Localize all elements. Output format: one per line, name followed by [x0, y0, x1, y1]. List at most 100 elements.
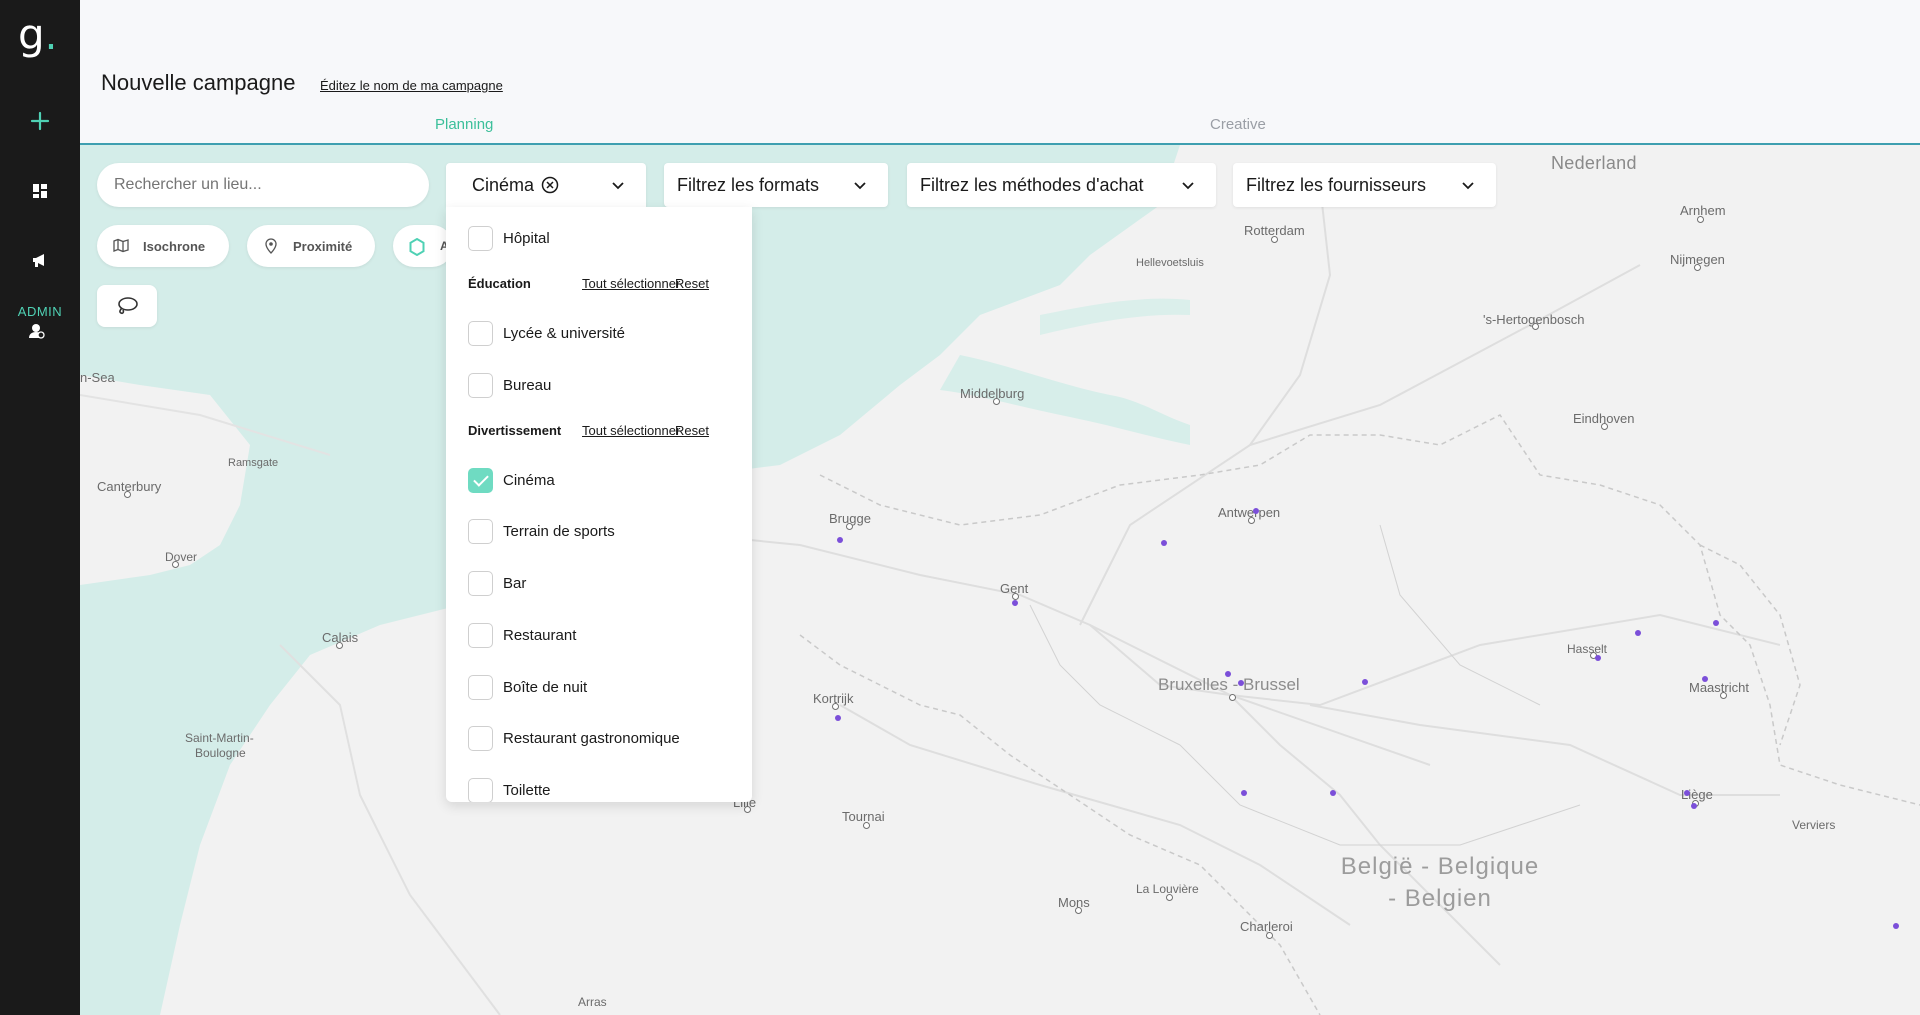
cinema-marker[interactable] [1253, 508, 1259, 514]
option-cinema[interactable]: Cinéma [468, 467, 555, 493]
plus-icon [30, 111, 50, 131]
city-dot [1271, 236, 1278, 243]
option-boite-de-nuit[interactable]: Boîte de nuit [468, 674, 587, 700]
cinema-marker[interactable] [1238, 680, 1244, 686]
checkbox[interactable] [468, 674, 493, 700]
map-label-boulogne: Boulogne [195, 746, 246, 760]
city-dot [336, 642, 343, 649]
suppliers-filter-select[interactable]: Filtrez les fournisseurs [1233, 163, 1496, 207]
city-dot [846, 523, 853, 530]
map-label-middelburg: Middelburg [960, 386, 1025, 401]
city-dot [1075, 907, 1082, 914]
city-dot [863, 822, 870, 829]
dashboard-button[interactable] [20, 171, 60, 211]
tab-planning[interactable]: Planning [435, 116, 493, 133]
checkbox[interactable] [468, 320, 493, 346]
cinema-marker[interactable] [1330, 790, 1336, 796]
map-label-sea: n-Sea [80, 370, 115, 385]
purchase-methods-filter-select[interactable]: Filtrez les méthodes d'achat [907, 163, 1216, 207]
chevron-down-icon [612, 182, 624, 190]
option-label: Lycée & université [503, 324, 626, 342]
select-all-education-link[interactable]: Tout sélectionner [582, 276, 680, 291]
checkbox[interactable] [468, 570, 493, 596]
category-filter-select[interactable]: Cinéma [446, 163, 646, 207]
city-dot [1694, 264, 1701, 271]
checkbox-checked[interactable] [468, 467, 493, 493]
option-lycee-universite[interactable]: Lycée & université [468, 320, 625, 346]
map-label-arras: Arras [578, 995, 607, 1009]
isochrone-label: Isochrone [143, 238, 206, 254]
chevron-down-icon [1182, 182, 1194, 190]
option-hopital[interactable]: Hôpital [468, 225, 550, 251]
app-logo[interactable]: g. [18, 12, 57, 60]
map-label-hasselt: Hasselt [1567, 642, 1608, 656]
option-label: Restaurant gastronomique [503, 729, 680, 747]
option-bureau[interactable]: Bureau [468, 372, 551, 398]
header: Nouvelle campagne Éditez le nom de ma ca… [80, 0, 1920, 145]
cinema-marker[interactable] [1635, 630, 1641, 636]
map-label-bruxelles: Bruxelles - Brussel [1158, 675, 1300, 694]
map-label-tournai: Tournai [842, 809, 885, 824]
checkbox[interactable] [468, 518, 493, 544]
suppliers-filter-label: Filtrez les fournisseurs [1246, 174, 1427, 195]
checkbox[interactable] [468, 622, 493, 648]
reset-education-link[interactable]: Reset [675, 276, 709, 291]
checkbox[interactable] [468, 725, 493, 751]
cinema-marker[interactable] [1161, 540, 1167, 546]
option-label: Boîte de nuit [503, 678, 588, 696]
map-background [80, 145, 1920, 1015]
search-place-input[interactable] [97, 163, 429, 207]
campaigns-button[interactable] [20, 240, 60, 280]
city-dot [1697, 216, 1704, 223]
formats-filter-select[interactable]: Filtrez les formats [664, 163, 888, 207]
city-dot [993, 398, 1000, 405]
map-label-maastricht: Maastricht [1689, 680, 1749, 695]
option-restaurant-gastronomique[interactable]: Restaurant gastronomique [468, 725, 680, 751]
cinema-marker[interactable] [1362, 679, 1368, 685]
option-label: Bureau [503, 376, 552, 394]
location-pin-icon [265, 238, 277, 254]
chevron-down-icon [854, 182, 866, 190]
cinema-marker[interactable] [1691, 803, 1697, 809]
section-divertissement: Divertissement Tout sélectionner Reset [468, 423, 732, 441]
checkbox[interactable] [468, 225, 493, 251]
proximity-button[interactable]: Proximité [247, 225, 375, 267]
hexagon-icon [409, 238, 425, 256]
cinema-marker[interactable] [1225, 671, 1231, 677]
option-bar[interactable]: Bar [468, 570, 526, 596]
option-label: Cinéma [503, 471, 555, 489]
admin-user-icon[interactable] [28, 322, 46, 340]
map-label-dover: Dover [165, 550, 198, 564]
area-tool-button[interactable]: A [393, 225, 453, 267]
purchase-methods-filter-label: Filtrez les méthodes d'achat [920, 174, 1144, 195]
map-label-ramsgate: Ramsgate [228, 457, 279, 469]
new-campaign-button[interactable] [20, 101, 60, 141]
option-label: Restaurant [503, 626, 577, 644]
checkbox[interactable] [468, 777, 493, 802]
cinema-marker[interactable] [835, 715, 841, 721]
option-terrain-de-sports[interactable]: Terrain de sports [468, 518, 615, 544]
cinema-marker[interactable] [1684, 790, 1690, 796]
cinema-marker[interactable] [837, 537, 843, 543]
map[interactable]: Nederland Rotterdam Arnhem Nijmegen Hell… [80, 145, 1920, 1015]
reset-divertissement-link[interactable]: Reset [675, 423, 709, 438]
cinema-marker[interactable] [1595, 655, 1601, 661]
cinema-marker[interactable] [1241, 790, 1247, 796]
edit-campaign-name-link[interactable]: Éditez le nom de ma campagne [320, 78, 503, 93]
admin-label[interactable]: ADMIN [0, 304, 80, 319]
isochrone-button[interactable]: Isochrone [97, 225, 229, 267]
lasso-tool-button[interactable] [97, 285, 157, 327]
map-icon [113, 238, 129, 253]
tab-creative[interactable]: Creative [1210, 116, 1266, 133]
city-dot [172, 561, 179, 568]
select-all-divertissement-link[interactable]: Tout sélectionner [582, 423, 680, 438]
cinema-marker[interactable] [1893, 923, 1899, 929]
cinema-marker[interactable] [1012, 600, 1018, 606]
clear-circle-icon[interactable] [541, 176, 559, 194]
cinema-marker[interactable] [1713, 620, 1719, 626]
option-toilette[interactable]: Toilette [468, 777, 551, 802]
option-restaurant[interactable]: Restaurant [468, 622, 576, 648]
cinema-marker[interactable] [1702, 676, 1708, 682]
option-label: Hôpital [503, 229, 550, 247]
checkbox[interactable] [468, 372, 493, 398]
